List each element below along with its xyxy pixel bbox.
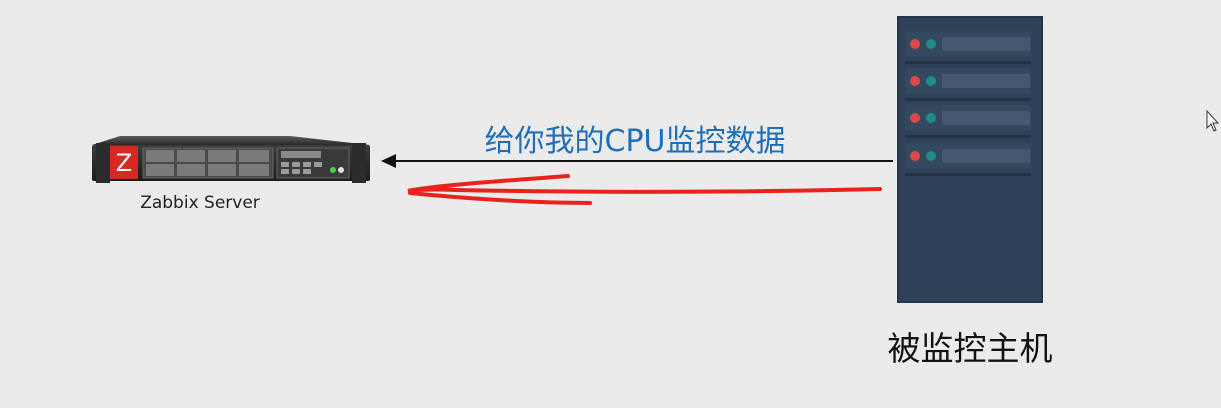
diagram-canvas: Z Zabbix Server 给你我的CPU监控数据 被监控主机 bbox=[0, 0, 1221, 408]
tower-server-icon bbox=[897, 16, 1043, 303]
arrow-label: 给你我的CPU监控数据 bbox=[484, 124, 786, 159]
mouse-cursor-icon bbox=[1206, 109, 1220, 132]
rack-server-icon: Z bbox=[92, 136, 370, 183]
host-label: 被监控主机 bbox=[887, 329, 1053, 368]
zabbix-logo-letter: Z bbox=[116, 149, 132, 177]
red-annotation-stroke bbox=[407, 174, 882, 205]
server-label: Zabbix Server bbox=[140, 193, 260, 213]
